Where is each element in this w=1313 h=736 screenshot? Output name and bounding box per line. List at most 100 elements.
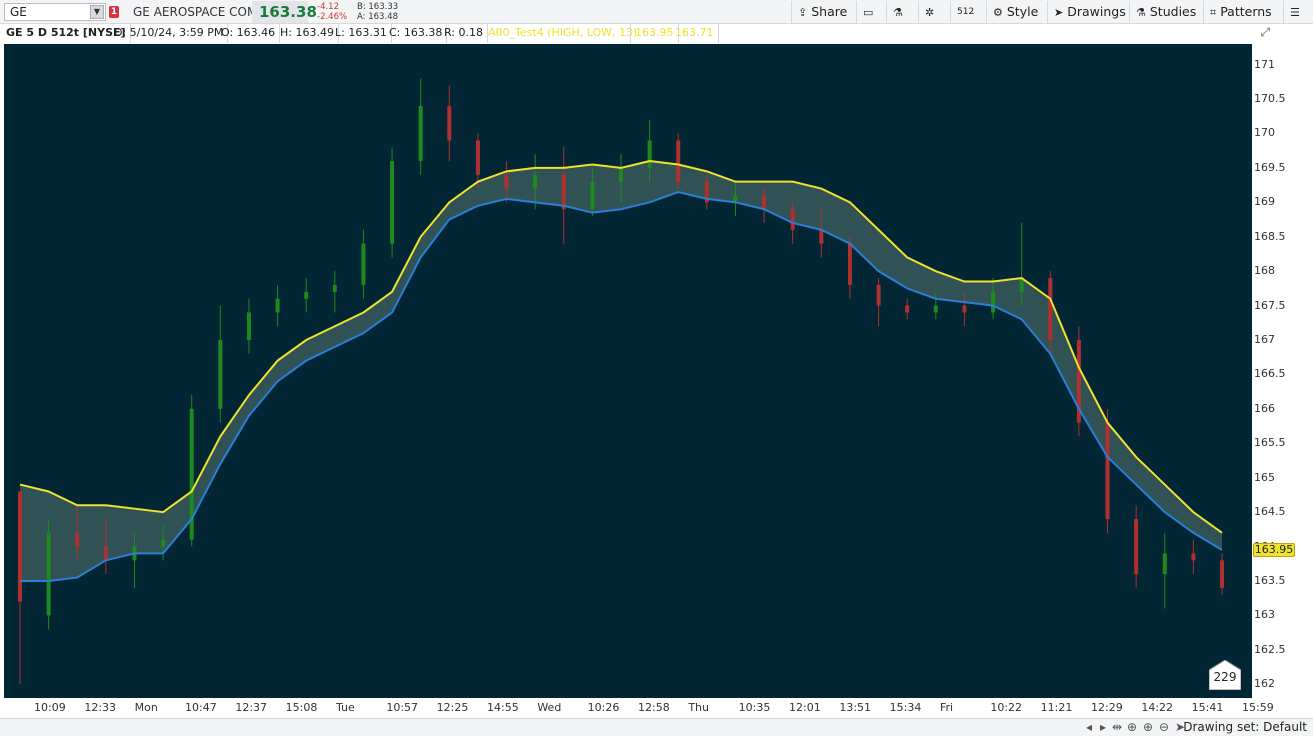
net-change: -4.12 -2.46% (317, 2, 347, 22)
time-tick-label: 12:01 (789, 701, 821, 714)
share-label: Share (811, 4, 848, 19)
current-price-badge: 163.95 (1253, 542, 1295, 557)
bar-high: H: 163.49 (276, 24, 339, 43)
zoom-in-icon[interactable]: ⊕ (1143, 720, 1153, 734)
candle-body (819, 229, 824, 244)
company-name: GE AEROSPACE COM (133, 5, 258, 19)
time-tick-label: 10:57 (386, 701, 419, 714)
patterns-button[interactable]: ⌗ Patterns (1203, 1, 1278, 23)
settings-button[interactable]: ✲ (918, 1, 944, 23)
bar-range: R: 0.18 (440, 24, 488, 43)
time-tick-label: 12:33 (84, 701, 117, 714)
time-tick-label: 10:26 (587, 701, 620, 714)
alert-badge[interactable]: 1 (109, 6, 119, 18)
time-tick-label: Tue (336, 701, 355, 714)
time-tick-label: 10:47 (185, 701, 217, 714)
candle-body (533, 174, 538, 189)
candle-body (1220, 560, 1224, 588)
flask-button[interactable]: ⚗ (886, 1, 913, 23)
candle-body (18, 491, 22, 602)
candle-body (75, 532, 80, 547)
scroll-right-icon[interactable]: ▸ (1100, 720, 1106, 734)
candle-body (103, 546, 108, 561)
snapshot-button[interactable]: ▭ (856, 1, 883, 23)
share-button[interactable]: ⇪ Share (791, 1, 853, 23)
symbol-dropdown-icon[interactable]: ▼ (90, 5, 104, 19)
candle-body (676, 140, 681, 182)
candle-body (590, 181, 595, 210)
bar-date: D: 5/10/24, 3:59 PM (110, 24, 229, 43)
pan-icon[interactable]: ⊕ (1127, 720, 1137, 734)
time-tick-label: 12:37 (235, 701, 268, 714)
studies-label: Studies (1149, 4, 1197, 19)
menu-icon: ☰ (1290, 6, 1300, 19)
price-tick-label: 167.5 (1254, 298, 1286, 312)
candle-body (876, 284, 881, 306)
price-axis[interactable]: 171 170.5 170 169.5 169 168.5 168 167.5 167 166.5… (1252, 44, 1313, 698)
price-tick-label: 164.5 (1254, 505, 1286, 519)
zoom-out-icon[interactable]: ⊖ (1159, 720, 1169, 734)
ask-value: A: 163.48 (357, 12, 398, 22)
candle-body (447, 105, 452, 141)
drawings-button[interactable]: ➤ Drawings (1047, 1, 1132, 23)
candle-body (1162, 553, 1167, 575)
candle-body (1105, 422, 1110, 520)
scroll-left-icon[interactable]: ◂ (1086, 720, 1092, 734)
time-axis[interactable]: 10:09 12:33 Mon 10:47 12:37 15:08 Tue 10:57 12:2… (4, 698, 1274, 718)
symbol-input[interactable]: GE ▼ (4, 3, 106, 21)
price-tick-label: 168.5 (1254, 229, 1286, 243)
time-tick-label: 10:22 (990, 701, 1023, 714)
candle-body (933, 305, 938, 313)
flask-icon: ⚗ (893, 6, 903, 19)
price-tick-label: 170 (1254, 126, 1275, 140)
flask-icon: ⚗ (1136, 6, 1146, 19)
bubble-count: 229 (1213, 670, 1237, 684)
candle-body (332, 284, 337, 292)
drawings-label: Drawings (1067, 4, 1126, 19)
price-tick-label: 171 (1254, 57, 1275, 71)
candle-body (762, 195, 767, 210)
aggregation-label: 512 (957, 7, 975, 17)
candle-body (790, 209, 795, 230)
style-label: Style (1006, 4, 1039, 19)
chart-canvas (4, 44, 1252, 698)
price-tick-label: 165.5 (1254, 436, 1286, 450)
time-tick-label: Mon (134, 701, 158, 714)
symbol-value: GE (10, 5, 27, 19)
candle-body (847, 243, 852, 285)
time-tick-label: Fri (940, 701, 954, 714)
price-tick-label: 162.5 (1254, 642, 1286, 656)
candle-body (1134, 519, 1139, 575)
drawing-set-label[interactable]: Drawing set: Default (1183, 720, 1307, 734)
price-tick-label: 168 (1254, 264, 1275, 278)
last-price: 163.38 (259, 3, 317, 21)
bottom-bar: ◂ ▸ ⇹ ⊕ ⊕ ⊖ ➤ Drawing set: Default (0, 718, 1313, 736)
time-tick-label: 14:22 (1141, 701, 1174, 714)
studies-button[interactable]: ⚗ Studies (1129, 1, 1202, 23)
candles (18, 78, 1224, 685)
candle-body (246, 312, 251, 341)
time-tick-label: 13:51 (839, 701, 872, 714)
price-chart[interactable] (4, 44, 1252, 698)
style-button[interactable]: ⚙ Style (986, 1, 1044, 23)
candle-body (905, 305, 910, 313)
study-label[interactable]: A00_Test4 (HIGH, LOW, 13) (484, 24, 641, 43)
price-tick-label: 165 (1254, 470, 1275, 484)
expand-icon[interactable]: ⇹ (1112, 720, 1122, 734)
time-tick-label: 15:08 (285, 701, 318, 714)
time-tick-label: 15:59 (1242, 701, 1274, 714)
top-toolbar: GE ▼ 1 GE AEROSPACE COM 163.38 -4.12 -2.… (0, 0, 1313, 24)
bar-open: O: 163.46 (217, 24, 281, 43)
time-tick-label: 10:35 (738, 701, 771, 714)
time-tick-label: 12:25 (436, 701, 469, 714)
price-tick-label: 166 (1254, 401, 1275, 415)
menu-button[interactable]: ☰ (1283, 1, 1310, 23)
patterns-icon: ⌗ (1210, 6, 1217, 19)
camera-icon: ▭ (863, 6, 874, 19)
candle-body (390, 161, 395, 244)
trendline-icon[interactable]: ⤢ (1260, 25, 1270, 40)
time-tick-label: 12:29 (1091, 701, 1123, 714)
candle-body (1048, 278, 1053, 341)
aggregation-button[interactable]: 512 (950, 1, 980, 23)
price-tick-label: 169 (1254, 195, 1275, 209)
